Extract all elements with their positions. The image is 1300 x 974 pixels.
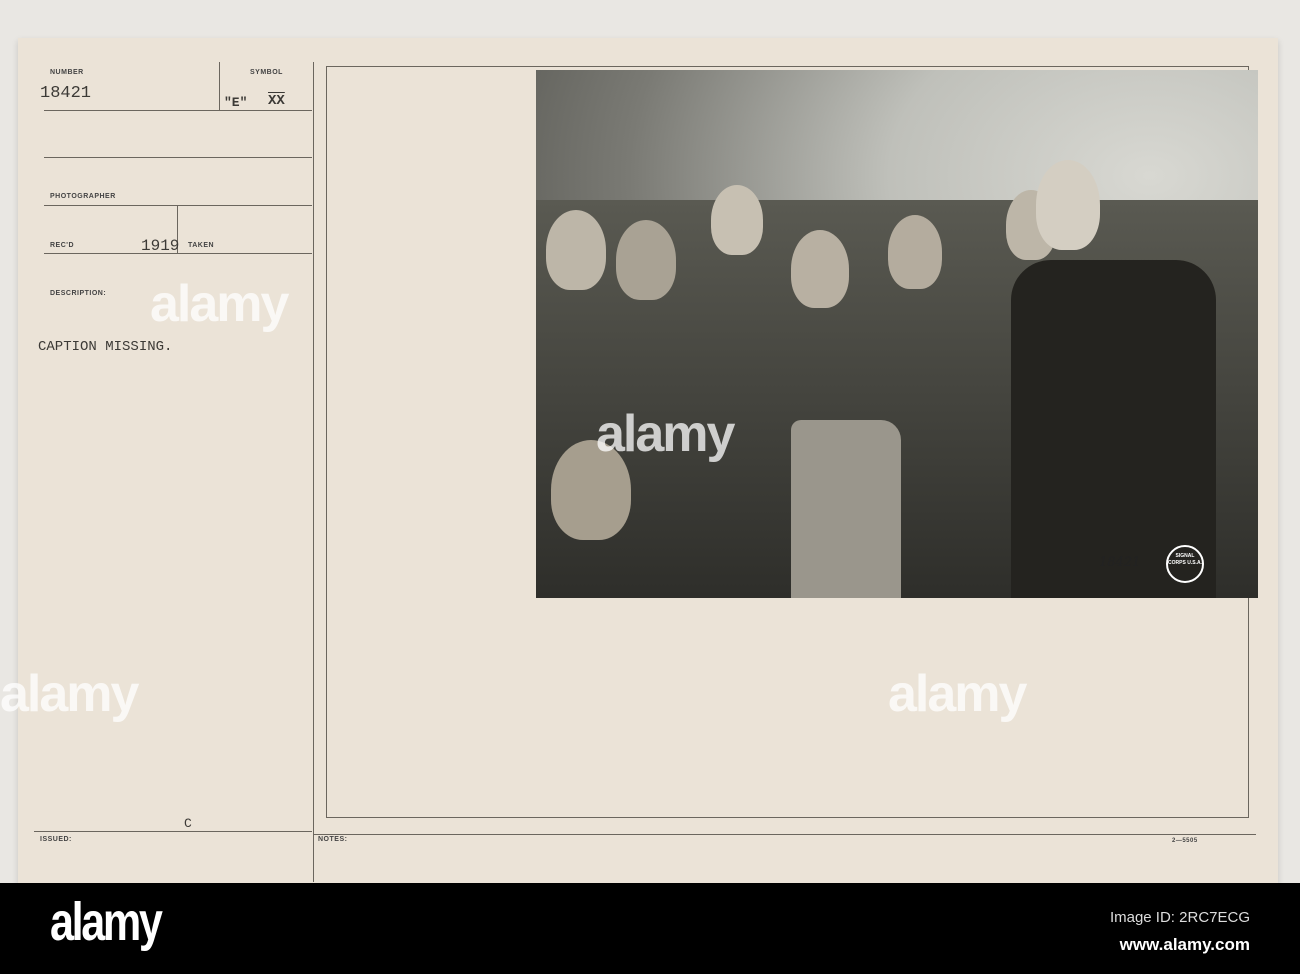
symbol-mark: XX bbox=[268, 93, 285, 109]
watermark: alamy bbox=[0, 665, 139, 723]
photographer-label: PHOTOGRAPHER bbox=[50, 193, 116, 200]
issued-label: ISSUED: bbox=[40, 836, 72, 843]
issued-mark: C bbox=[184, 816, 192, 831]
photograph-soldiers: 18421 SIGNAL CORPS U.S.A. bbox=[536, 70, 1258, 598]
watermark: alamy bbox=[596, 405, 735, 463]
watermark: alamy bbox=[888, 665, 1027, 723]
alamy-url[interactable]: www.alamy.com bbox=[1120, 935, 1250, 955]
image-id: Image ID: 2RC7ECG bbox=[1109, 909, 1250, 926]
number-value: 18421 bbox=[40, 84, 92, 103]
taken-label: TAKEN bbox=[188, 242, 215, 249]
description-label: DESCRIPTION: bbox=[50, 290, 107, 297]
number-label: NUMBER bbox=[50, 69, 84, 76]
symbol-label: SYMBOL bbox=[250, 69, 283, 76]
recd-label: REC'D bbox=[50, 242, 74, 249]
alamy-logo: alamy bbox=[50, 892, 163, 952]
notes-label: NOTES: bbox=[318, 836, 348, 843]
photo-handwritten-number: 18421 bbox=[1099, 555, 1141, 570]
description-value: CAPTION MISSING. bbox=[38, 339, 173, 355]
form-number: 2—5505 bbox=[1172, 838, 1198, 844]
footer-bar: alamy Image ID: 2RC7ECG www.alamy.com bbox=[0, 883, 1300, 974]
symbol-value: "E" bbox=[224, 95, 248, 110]
watermark: alamy bbox=[150, 275, 289, 333]
signal-corps-stamp: SIGNAL CORPS U.S.A. bbox=[1166, 545, 1204, 583]
